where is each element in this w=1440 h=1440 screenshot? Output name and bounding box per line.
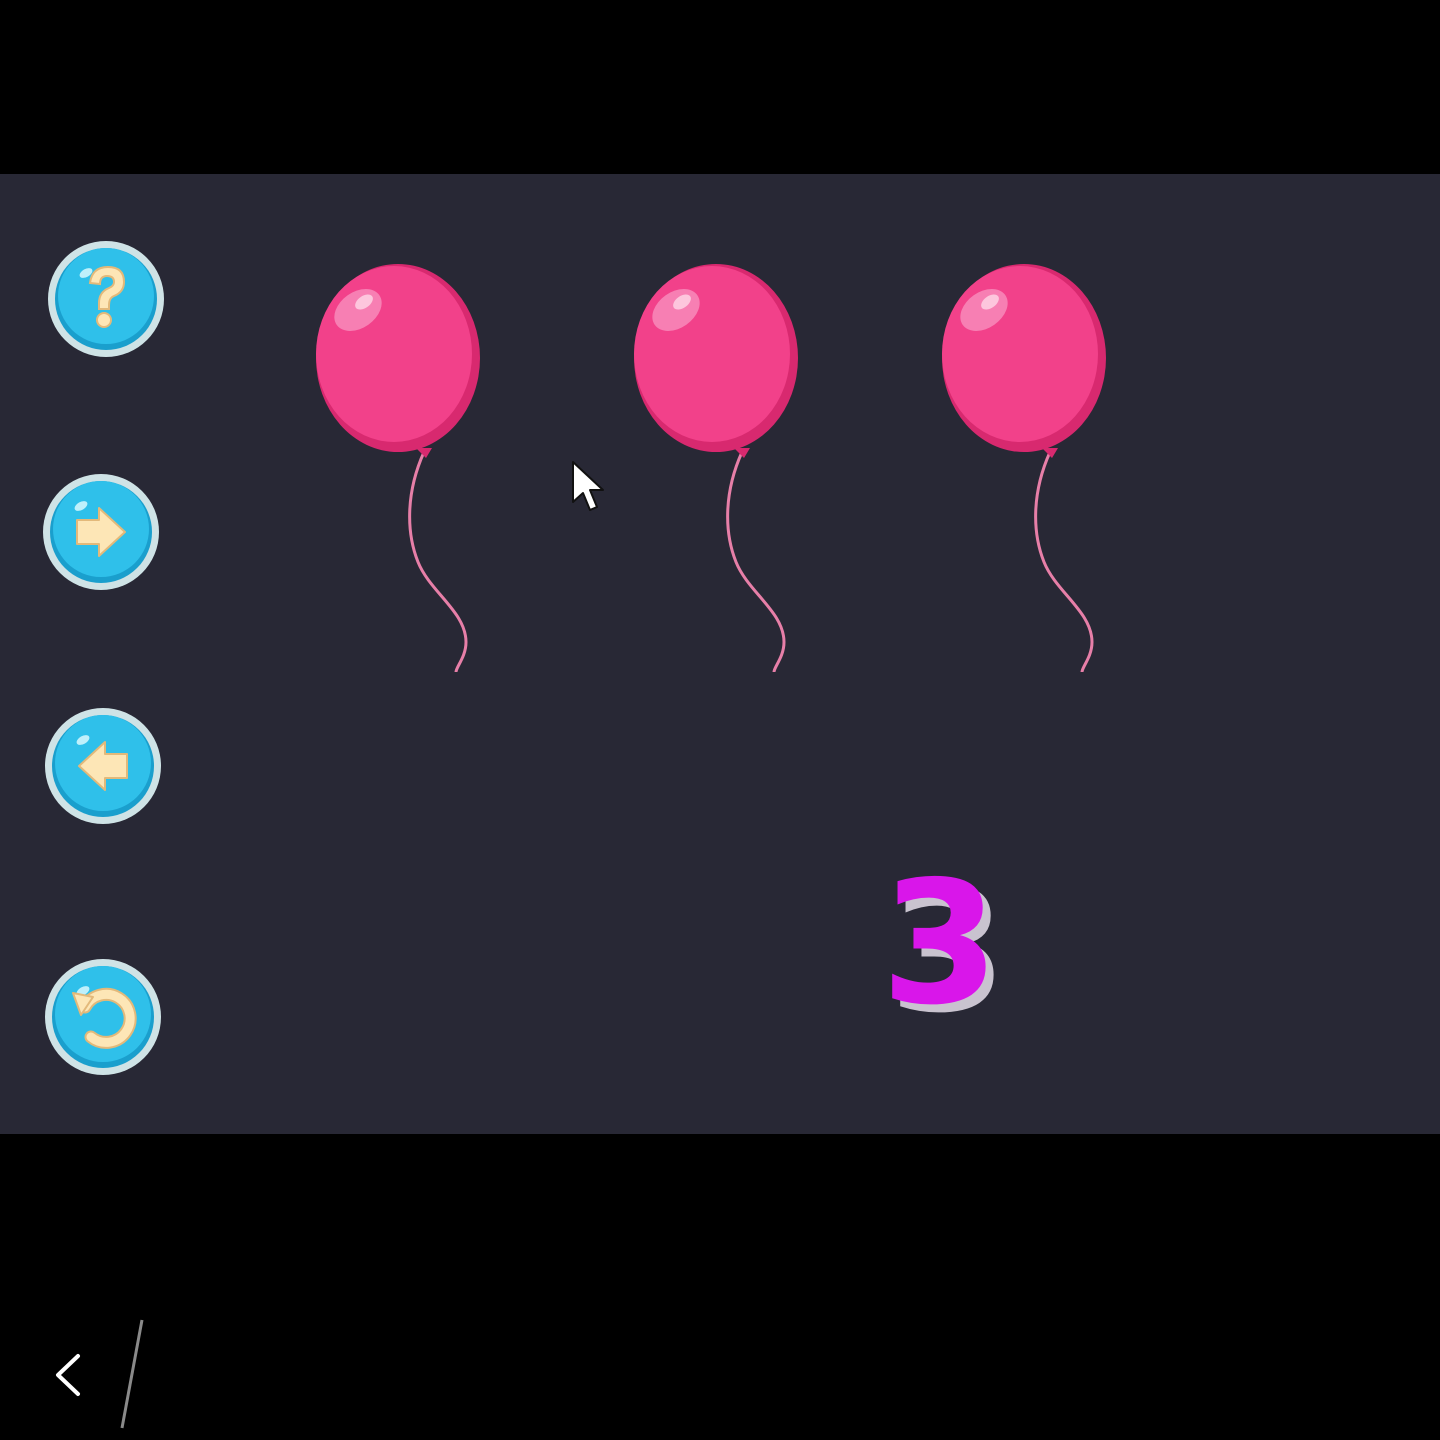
balloon-icon	[316, 264, 480, 673]
help-button[interactable]	[46, 239, 166, 359]
nav-divider	[118, 1318, 148, 1430]
refresh-icon	[45, 959, 161, 1075]
balloon-3[interactable]	[932, 262, 1112, 682]
svg-text:3: 3	[881, 850, 999, 1030]
back-button[interactable]	[44, 1340, 104, 1410]
count-number[interactable]: 3 3	[860, 850, 1020, 1030]
balloon-2[interactable]	[624, 262, 804, 682]
mouse-cursor-icon	[570, 460, 610, 516]
top-letterbox	[0, 0, 1440, 174]
question-mark-icon	[48, 241, 164, 357]
balloon-icon	[634, 264, 798, 673]
arrow-right-icon	[43, 474, 159, 590]
next-button[interactable]	[41, 472, 161, 592]
balloon-icon	[942, 264, 1106, 673]
balloon-1[interactable]	[306, 262, 486, 682]
bottom-letterbox	[0, 1134, 1440, 1440]
chevron-left-icon	[56, 1354, 80, 1396]
restart-button[interactable]	[43, 957, 163, 1077]
arrow-left-icon	[45, 708, 161, 824]
previous-button[interactable]	[43, 706, 163, 826]
